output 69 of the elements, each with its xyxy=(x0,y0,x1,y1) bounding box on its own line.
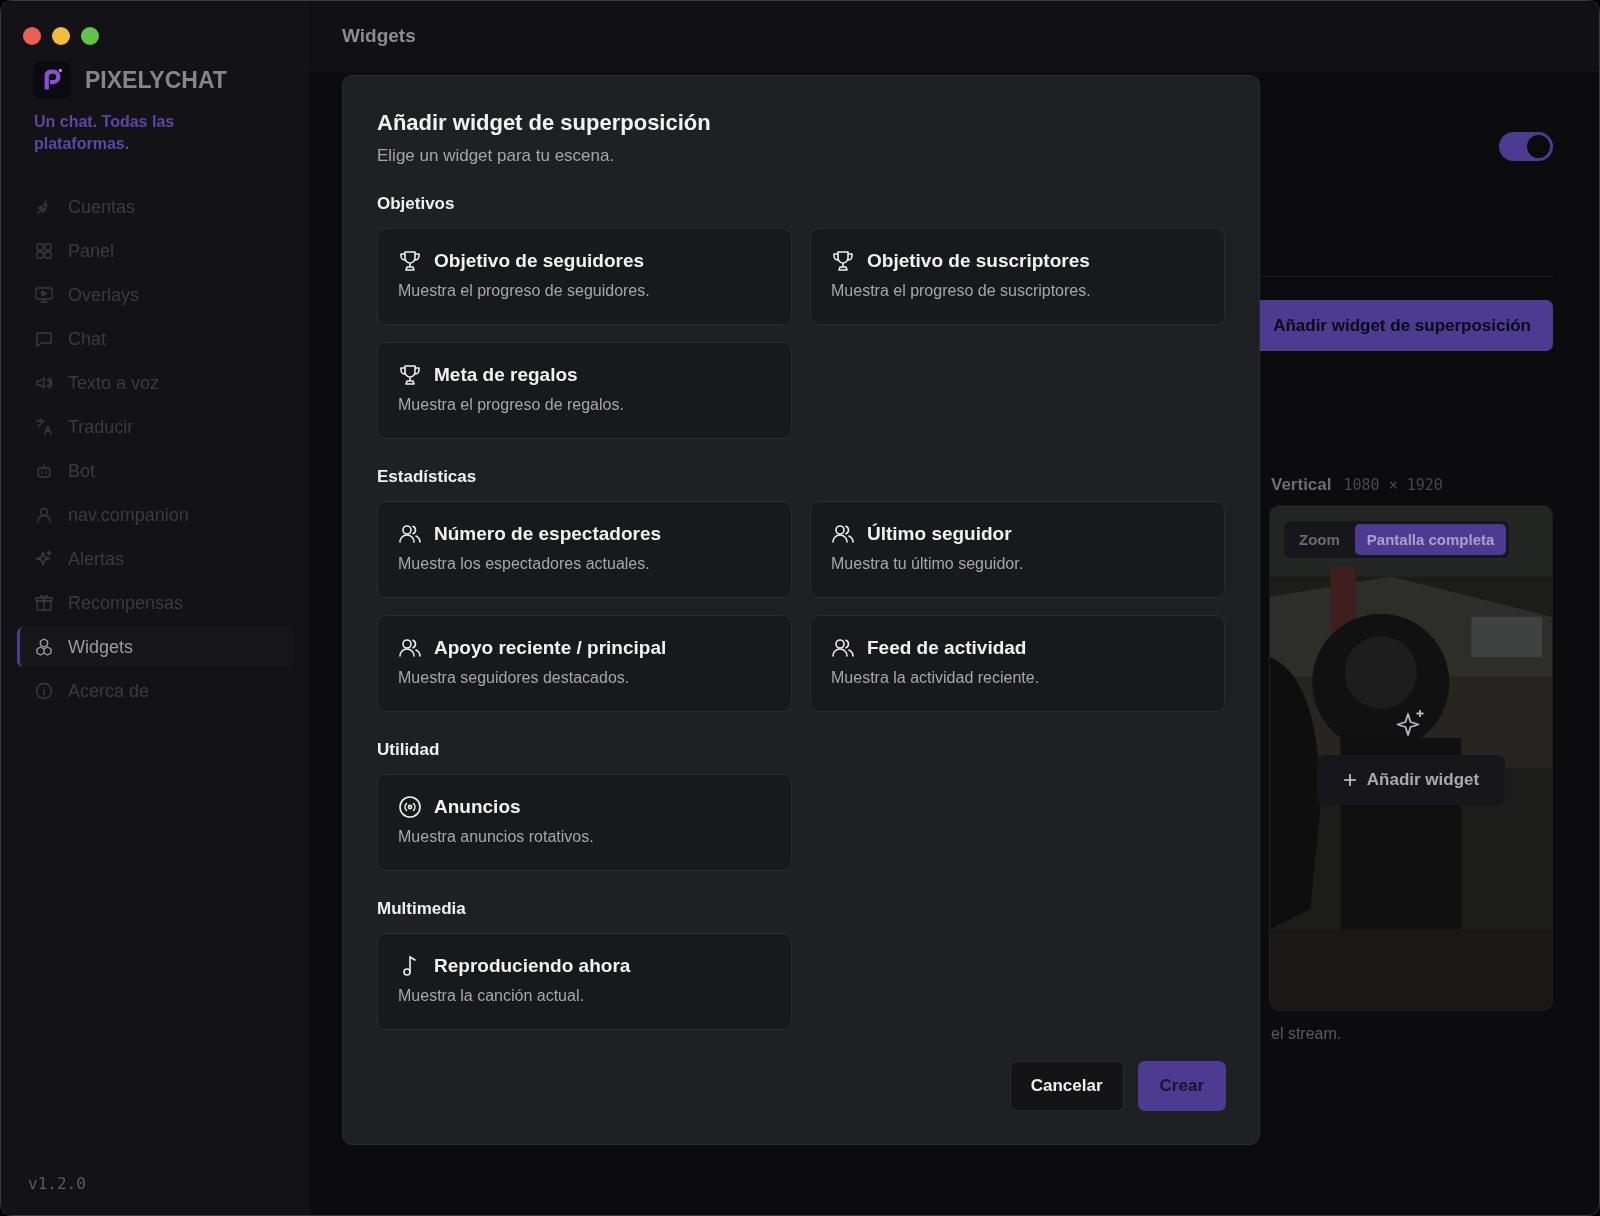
card-description: Muestra tu último seguidor. xyxy=(831,555,1025,573)
card-title: Último seguidor xyxy=(867,523,1012,545)
dialog-subtitle: Elige un widget para tu escena. xyxy=(377,146,616,166)
users-icon xyxy=(831,636,855,660)
users-icon xyxy=(831,522,855,546)
widget-option-card[interactable]: Objetivo de suscriptores Muestra el progreso de suscriptores. xyxy=(810,228,1225,325)
section-heading: Estadísticas xyxy=(377,467,478,487)
preview-size: 1080 × 1920 xyxy=(1343,476,1443,494)
users-icon xyxy=(398,522,422,546)
sidebar-icon xyxy=(34,285,54,305)
preview-label: Vertical xyxy=(1271,475,1332,495)
sidebar-icon xyxy=(34,461,54,481)
preview-caption: el stream. xyxy=(1271,1025,1343,1043)
toggle-switch[interactable] xyxy=(1499,132,1553,161)
card-title: Objetivo de suscriptores xyxy=(867,250,1090,272)
card-title: Feed de actividad xyxy=(867,637,1027,659)
zoom-window-button[interactable] xyxy=(81,27,99,45)
card-description: Muestra seguidores destacados. xyxy=(398,669,631,687)
card-description: Muestra el progreso de seguidores. xyxy=(398,282,651,300)
trophy-icon xyxy=(398,249,422,273)
card-description: Muestra el progreso de suscriptores. xyxy=(831,282,1092,300)
card-description: Muestra el progreso de regalos. xyxy=(398,396,625,414)
sidebar-icon xyxy=(34,241,54,261)
card-description: Muestra los espectadores actuales. xyxy=(398,555,651,573)
trophy-icon xyxy=(398,363,422,387)
version-label: v1.2.0 xyxy=(28,1174,87,1193)
card-title: Apoyo reciente / principal xyxy=(434,637,667,659)
widget-option-card[interactable]: Feed de actividad Muestra la actividad reciente. xyxy=(810,615,1225,712)
widget-option-card[interactable]: Anuncios Muestra anuncios rotativos. xyxy=(377,774,792,871)
sidebar-item[interactable]: Widgets xyxy=(17,627,293,667)
card-description: Muestra la actividad reciente. xyxy=(831,669,1041,687)
section-heading: Utilidad xyxy=(377,740,441,760)
card-description: Muestra anuncios rotativos. xyxy=(398,828,595,846)
add-widget-button[interactable]: Añadir widget xyxy=(1317,755,1505,805)
section-heading: Objetivos xyxy=(377,194,456,214)
app-logo-icon xyxy=(33,61,71,99)
sidebar-icon xyxy=(34,637,54,657)
view-mode-tab[interactable]: Pantalla completa xyxy=(1354,524,1507,555)
card-title: Número de espectadores xyxy=(434,523,662,545)
widget-option-card[interactable]: Número de espectadores Muestra los espectadores actuales. xyxy=(377,501,792,598)
trophy-icon xyxy=(831,249,855,273)
close-window-button[interactable] xyxy=(23,27,41,45)
card-title: Anuncios xyxy=(434,796,521,818)
create-button[interactable]: Crear xyxy=(1137,1061,1226,1111)
dialog-title: Añadir widget de superposición xyxy=(377,110,712,136)
widget-option-card[interactable]: Meta de regalos Muestra el progreso de regalos. xyxy=(377,342,792,439)
card-title: Reproduciendo ahora xyxy=(434,955,631,977)
sidebar-icon xyxy=(34,593,54,613)
widget-option-card[interactable]: Último seguidor Muestra tu último seguidor. xyxy=(810,501,1225,598)
minimize-window-button[interactable] xyxy=(52,27,70,45)
cancel-button[interactable]: Cancelar xyxy=(1009,1061,1124,1111)
section-heading: Multimedia xyxy=(377,899,467,919)
view-mode-tab[interactable]: Zoom xyxy=(1287,524,1352,555)
card-title: Objetivo de seguidores xyxy=(434,250,645,272)
sidebar-icon xyxy=(34,329,54,349)
broadcast-icon xyxy=(398,795,422,819)
app-name: PIXELYCHAT xyxy=(85,66,227,94)
users-icon xyxy=(398,636,422,660)
sidebar-icon xyxy=(34,681,54,701)
widget-option-card[interactable]: Reproduciendo ahora Muestra la canción actual. xyxy=(377,933,792,1030)
card-description: Muestra la canción actual. xyxy=(398,987,585,1005)
window-title: Widgets xyxy=(342,25,416,47)
app-tagline: Un chat. Todas las plataformas. xyxy=(34,112,176,154)
widget-option-card[interactable]: Objetivo de seguidores Muestra el progreso de seguidores. xyxy=(377,228,792,325)
plus-icon xyxy=(1342,773,1357,787)
card-title: Meta de regalos xyxy=(434,364,578,386)
sidebar-icon xyxy=(34,417,54,437)
sidebar-icon xyxy=(34,505,54,525)
widget-option-card[interactable]: Apoyo reciente / principal Muestra seguidores destacados. xyxy=(377,615,792,712)
